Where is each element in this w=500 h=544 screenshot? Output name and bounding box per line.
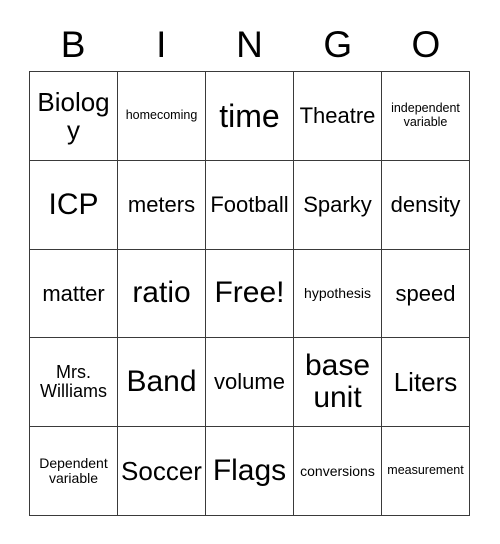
bingo-cell-r2c3[interactable]: Football — [206, 160, 294, 250]
bingo-cell-r1c5[interactable]: independent variable — [382, 72, 470, 161]
bingo-cell-label: independent variable — [391, 101, 460, 129]
bingo-cell-label: hypothesis — [304, 284, 371, 301]
bingo-cell-label: time — [219, 97, 280, 134]
bingo-cell-r5c4[interactable]: conversions — [294, 427, 382, 516]
bingo-cell-r4c4[interactable]: base unit — [294, 338, 382, 428]
bingo-cell-label: ratio — [132, 276, 191, 310]
bingo-cell-r3c5[interactable]: speed — [382, 249, 470, 339]
bingo-cell-r4c5[interactable]: Liters — [382, 338, 470, 428]
bingo-cell-r1c2[interactable]: homecoming — [118, 72, 206, 161]
bingo-cell-label: meters — [127, 191, 196, 217]
bingo-cell-r4c3[interactable]: volume — [206, 338, 294, 428]
bingo-cell-label: ICP — [48, 187, 99, 221]
bingo-header-letter-o: O — [411, 23, 441, 65]
bingo-card: B I N G O Biology homecoming time Theatr… — [0, 0, 500, 544]
bingo-cell-r3c1[interactable]: matter — [30, 249, 118, 339]
bingo-cell-label: conversions — [300, 462, 375, 479]
bingo-cell-r2c4[interactable]: Sparky — [294, 160, 382, 250]
bingo-cell-r4c2[interactable]: Band — [118, 338, 206, 428]
bingo-cell-r3c2[interactable]: ratio — [118, 249, 206, 339]
bingo-cell-r2c1[interactable]: ICP — [30, 160, 118, 250]
bingo-free-space-label: Free! — [214, 276, 285, 310]
bingo-cell-label: Football — [210, 191, 289, 217]
bingo-grid: Biology homecoming time Theatre independ… — [29, 71, 470, 516]
bingo-cell-label: volume — [214, 369, 285, 395]
bingo-cell-label: Dependent variable — [39, 454, 108, 487]
bingo-cell-label: Theatre — [299, 103, 376, 129]
bingo-cell-r2c2[interactable]: meters — [118, 160, 206, 250]
bingo-cell-label: Liters — [393, 367, 458, 398]
bingo-cell-label: homecoming — [125, 108, 198, 123]
bingo-cell-r1c1[interactable]: Biology — [30, 72, 118, 161]
bingo-cell-r5c1[interactable]: Dependent variable — [30, 427, 118, 516]
bingo-cell-label: base unit — [304, 348, 371, 415]
bingo-cell-r1c3[interactable]: time — [206, 72, 294, 161]
bingo-header-letter-b: B — [60, 23, 86, 65]
bingo-cell-r3c4[interactable]: hypothesis — [294, 249, 382, 339]
bingo-cell-label: Biology — [37, 86, 110, 145]
bingo-cell-label: speed — [395, 280, 456, 306]
bingo-header-letter-g: G — [323, 23, 353, 65]
bingo-header-letter-i: I — [156, 23, 167, 65]
bingo-cell-label: Band — [126, 365, 197, 399]
bingo-cell-r2c5[interactable]: density — [382, 160, 470, 250]
bingo-header-row: B I N G O — [29, 18, 470, 70]
bingo-cell-free-space[interactable]: Free! — [206, 249, 294, 339]
bingo-cell-r5c2[interactable]: Soccer — [118, 427, 206, 516]
bingo-cell-r4c1[interactable]: Mrs. Williams — [30, 338, 118, 428]
bingo-cell-label: Mrs. Williams — [40, 361, 107, 402]
bingo-cell-r5c5[interactable]: measurement — [382, 427, 470, 516]
bingo-cell-label: measurement — [387, 463, 464, 478]
bingo-cell-label: matter — [42, 280, 105, 306]
bingo-cell-label: density — [390, 191, 461, 217]
bingo-cell-r1c4[interactable]: Theatre — [294, 72, 382, 161]
bingo-cell-label: Soccer — [121, 456, 202, 487]
bingo-header-letter-n: N — [236, 23, 263, 65]
bingo-cell-label: Sparky — [303, 191, 372, 217]
bingo-cell-r5c3[interactable]: Flags — [206, 427, 294, 516]
bingo-cell-label: Flags — [212, 453, 287, 487]
